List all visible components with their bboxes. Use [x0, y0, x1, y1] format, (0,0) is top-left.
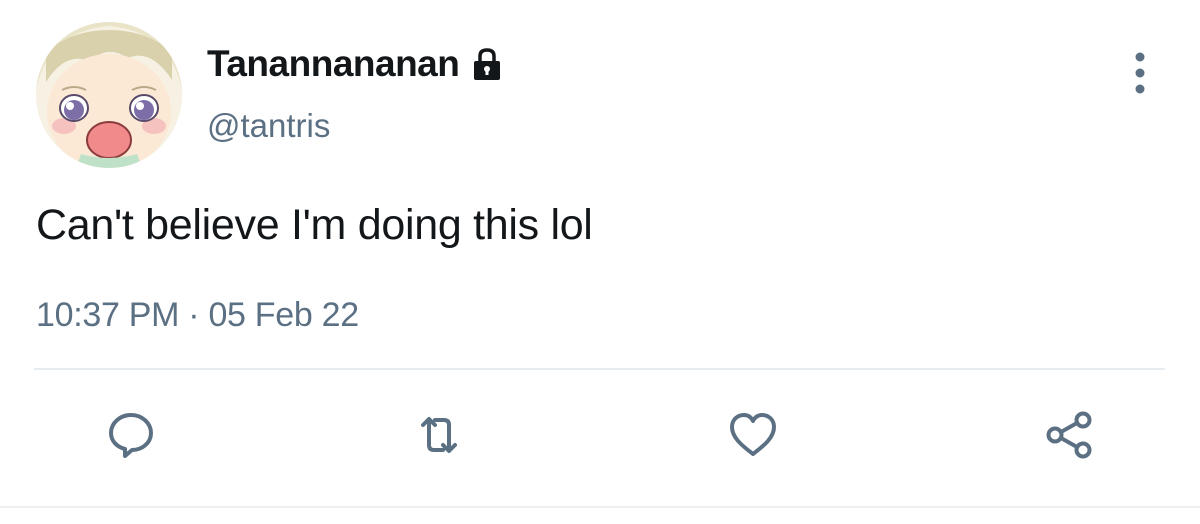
action-bar [0, 400, 1200, 480]
like-button[interactable] [718, 400, 788, 470]
tweet-text: Can't believe I'm doing this lol [36, 201, 593, 249]
share-icon [1046, 411, 1092, 459]
tweet-timestamp[interactable]: 10:37 PM · 05 Feb 22 [36, 292, 359, 338]
reply-icon [109, 413, 153, 458]
lock-icon [474, 48, 501, 80]
retweet-icon [421, 417, 457, 453]
share-button[interactable] [1034, 400, 1104, 470]
display-name[interactable]: Tanannananan [207, 42, 460, 86]
reply-button[interactable] [96, 400, 166, 470]
divider [34, 368, 1165, 370]
name-row: Tanannananan [207, 42, 505, 86]
tweet-card: Tanannananan @tantris Can't believe I'm … [0, 0, 1200, 524]
more-vertical-icon[interactable] [1120, 48, 1160, 98]
user-handle[interactable]: @tantris [207, 104, 330, 148]
bottom-border [0, 506, 1200, 508]
avatar[interactable] [36, 22, 182, 168]
heart-icon [730, 413, 776, 456]
retweet-button[interactable] [404, 400, 474, 470]
anime-character-avatar-icon [36, 22, 182, 168]
